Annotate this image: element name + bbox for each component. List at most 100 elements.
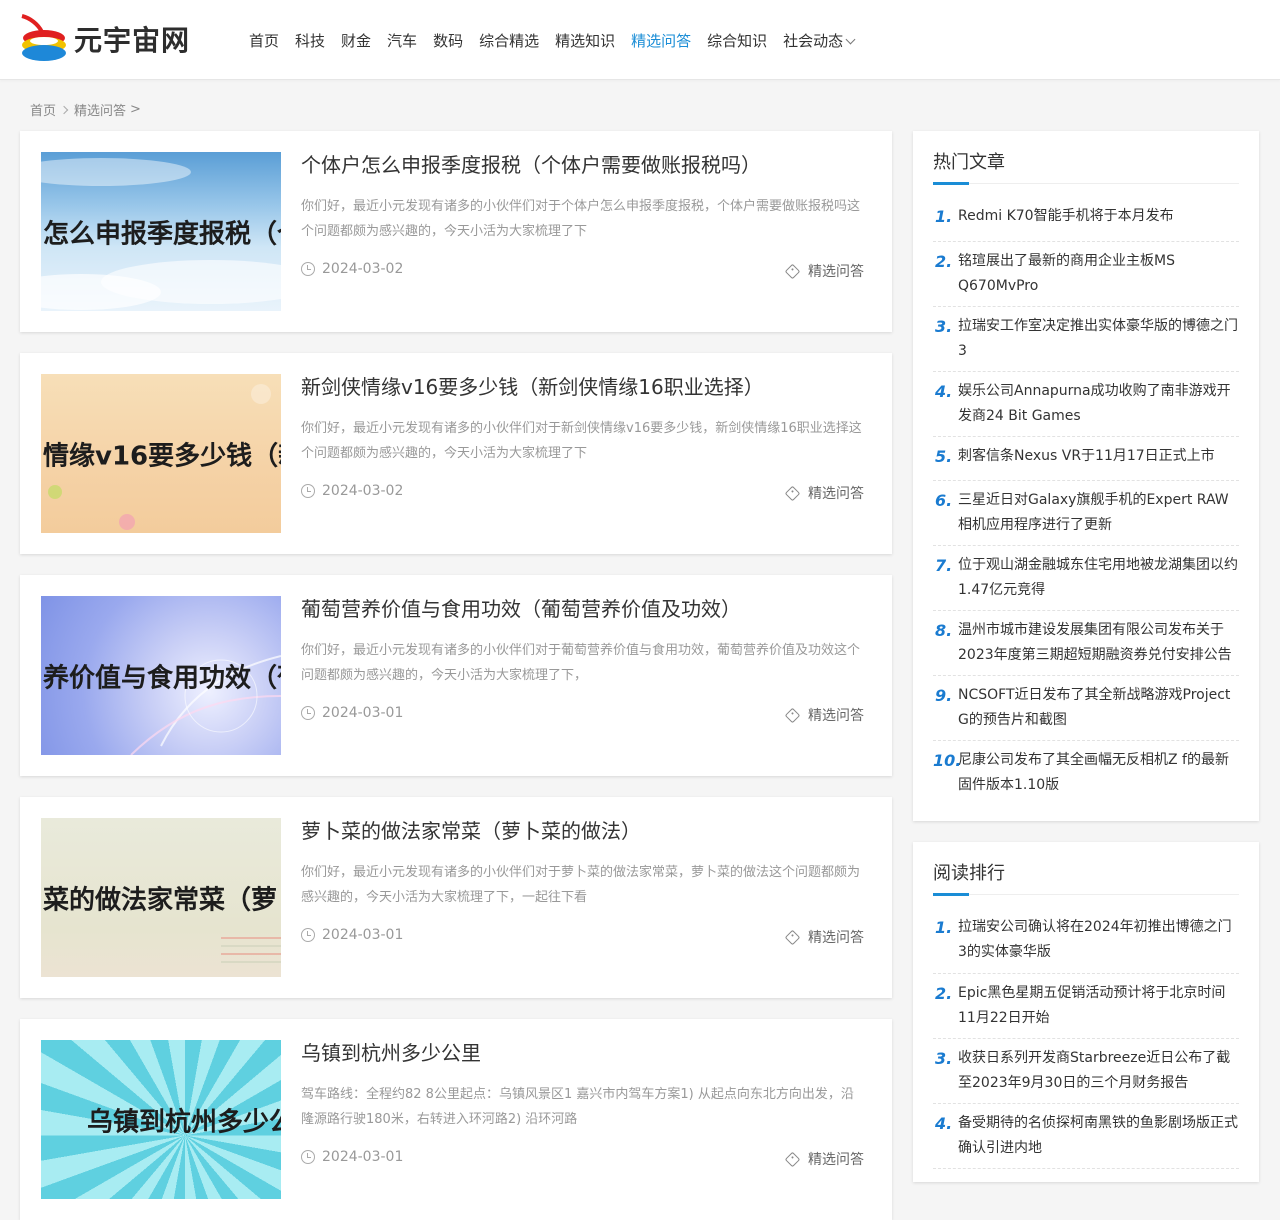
rank-number: 9. <box>935 686 953 705</box>
reading-rank-list: 1. 拉瑞安公司确认将在2024年初推出博德之门3的实体豪华版 2. Epic黑色星… <box>933 915 1239 1169</box>
rank-number: 3. <box>935 1049 953 1068</box>
nav-item-digital[interactable]: 数码 <box>433 30 463 52</box>
nav-item-knowledge[interactable]: 精选知识 <box>555 30 615 52</box>
article-category-text: 精选问答 <box>808 708 864 724</box>
thumbnail-text: 乌镇到杭州多少公 <box>87 1107 281 1137</box>
logo-icon <box>20 14 68 64</box>
nav-item-auto[interactable]: 汽车 <box>387 30 417 52</box>
nav-item-tech[interactable]: 科技 <box>295 30 325 52</box>
article-thumbnail[interactable]: 乌镇到杭州多少公 <box>41 1040 281 1199</box>
nav-item-home[interactable]: 首页 <box>249 30 279 52</box>
article-title[interactable]: 葡萄营养价值与食用功效（葡萄营养价值及功效） <box>301 593 741 622</box>
title-accent <box>933 893 969 896</box>
rank-number: 2. <box>935 984 953 1003</box>
article-category[interactable]: 精选问答 <box>784 927 864 947</box>
list-item[interactable]: 4. 娱乐公司Annapurna成功收购了南非游戏开发商24 Bit Games <box>933 372 1239 437</box>
clock-icon <box>301 1150 315 1164</box>
list-item-title: 温州市城市建设发展集团有限公司发布关于2023年度第三期超短期融资券兑付安排公告 <box>958 622 1232 663</box>
article-excerpt: 驾车路线：全程约82 8公里起点：乌镇风景区1 嘉兴市内驾车方案1) 从起点向东… <box>301 1087 854 1127</box>
article-thumbnail[interactable]: 养价值与食用功效（葡 <box>41 596 281 755</box>
article-category[interactable]: 精选问答 <box>784 261 864 281</box>
list-item[interactable]: 7. 位于观山湖金融城东住宅用地被龙湖集团以约1.47亿元竞得 <box>933 546 1239 611</box>
clock-icon <box>301 262 315 276</box>
list-item-title: Redmi K70智能手机将于本月发布 <box>958 208 1174 224</box>
article-thumbnail[interactable]: 怎么申报季度报税（个 <box>41 152 281 311</box>
article-category[interactable]: 精选问答 <box>784 705 864 725</box>
article-thumbnail[interactable]: 情缘v16要多少钱（新 <box>41 374 281 533</box>
article-title[interactable]: 个体户怎么申报季度报税（个体户需要做账报税吗） <box>301 149 761 178</box>
list-item[interactable]: 1. 拉瑞安公司确认将在2024年初推出博德之门3的实体豪华版 <box>933 915 1239 974</box>
article-category-text: 精选问答 <box>808 264 864 280</box>
list-item[interactable]: 2. Epic黑色星期五促销活动预计将于北京时间11月22日开始 <box>933 974 1239 1039</box>
article-excerpt: 你们好，最近小元发现有诸多的小伙伴们对于萝卜菜的做法家常菜，萝卜菜的做法这个问题… <box>301 865 861 905</box>
chevron-right-icon <box>59 105 69 114</box>
article-card: 怎么申报季度报税（个 个体户怎么申报季度报税（个体户需要做账报税吗） 你们好，最… <box>20 131 892 332</box>
widget-title: 热门文章 <box>933 152 1005 173</box>
hot-articles-widget: 热门文章 1. Redmi K70智能手机将于本月发布 2. 铭瑄展出了最新的商用企… <box>913 131 1259 821</box>
list-item-title: 备受期待的名侦探柯南黑铁的鱼影剧场版正式确认引进内地 <box>958 1115 1238 1156</box>
list-item[interactable]: 2. 铭瑄展出了最新的商用企业主板MS Q670MvPro <box>933 242 1239 307</box>
nav-item-general-knowledge[interactable]: 综合知识 <box>707 30 767 52</box>
tag-icon <box>784 1151 801 1167</box>
rank-number: 3. <box>935 317 953 336</box>
list-item[interactable]: 3. 拉瑞安工作室决定推出实体豪华版的博德之门3 <box>933 307 1239 372</box>
list-item[interactable]: 9. NCSOFT近日发布了其全新战略游戏Project G的预告片和截图 <box>933 676 1239 741</box>
thumbnail-text: 菜的做法家常菜（萝卜 <box>43 885 281 915</box>
article-date-text: 2024-03-02 <box>322 261 404 277</box>
article-card: 养价值与食用功效（葡 葡萄营养价值与食用功效（葡萄营养价值及功效） 你们好，最近… <box>20 575 892 776</box>
breadcrumb-home[interactable]: 首页 <box>30 100 56 119</box>
hot-articles-list: 1. Redmi K70智能手机将于本月发布 2. 铭瑄展出了最新的商用企业主板MS… <box>933 204 1239 806</box>
tag-icon <box>784 263 801 279</box>
list-item[interactable]: 1. Redmi K70智能手机将于本月发布 <box>933 204 1239 242</box>
list-item-title: Epic黑色星期五促销活动预计将于北京时间11月22日开始 <box>958 985 1226 1026</box>
breadcrumb-current[interactable]: 精选问答 <box>74 100 126 119</box>
thumbnail-text: 情缘v16要多少钱（新 <box>43 441 281 471</box>
list-item[interactable]: 6. 三星近日对Galaxy旗舰手机的Expert RAW相机应用程序进行了更新 <box>933 481 1239 546</box>
article-title[interactable]: 乌镇到杭州多少公里 <box>301 1037 481 1066</box>
list-item-title: NCSOFT近日发布了其全新战略游戏Project G的预告片和截图 <box>958 687 1231 728</box>
article-date-text: 2024-03-02 <box>322 483 404 499</box>
clock-icon <box>301 484 315 498</box>
list-item[interactable]: 3. 收获日系列开发商Starbreeze近日公布了截至2023年9月30日的三个… <box>933 1039 1239 1104</box>
list-item-title: 位于观山湖金融城东住宅用地被龙湖集团以约1.47亿元竞得 <box>958 557 1238 598</box>
article-date: 2024-03-01 <box>301 927 403 943</box>
tag-icon <box>784 929 801 945</box>
article-category[interactable]: 精选问答 <box>784 483 864 503</box>
rank-number: 10. <box>933 751 962 770</box>
site-logo[interactable]: 元宇宙网 <box>20 14 190 64</box>
rank-number: 8. <box>935 621 953 640</box>
article-date: 2024-03-02 <box>301 261 403 277</box>
thumbnail-text: 怎么申报季度报税（个 <box>43 219 281 249</box>
clock-icon <box>301 706 315 720</box>
clock-icon <box>301 928 315 942</box>
list-item[interactable]: 8. 温州市城市建设发展集团有限公司发布关于2023年度第三期超短期融资券兑付安排… <box>933 611 1239 676</box>
article-card: 菜的做法家常菜（萝卜 萝卜菜的做法家常菜（萝卜菜的做法） 你们好，最近小元发现有… <box>20 797 892 998</box>
article-category[interactable]: 精选问答 <box>784 1149 864 1169</box>
list-item[interactable]: 10. 尼康公司发布了其全画幅无反相机Z f的最新固件版本1.10版 <box>933 741 1239 806</box>
breadcrumb-trail: > <box>130 102 141 117</box>
widget-title: 阅读排行 <box>933 863 1005 884</box>
nav-item-finance[interactable]: 财金 <box>341 30 371 52</box>
list-item-title: 铭瑄展出了最新的商用企业主板MS Q670MvPro <box>958 253 1175 294</box>
nav-item-qa[interactable]: 精选问答 <box>631 30 691 52</box>
nav-item-selection[interactable]: 综合精选 <box>479 30 539 52</box>
divider <box>933 183 1239 184</box>
site-header: 元宇宙网 首页 科技 财金 汽车 数码 综合精选 精选知识 精选问答 综合知识 … <box>0 0 1280 80</box>
tag-icon <box>784 485 801 501</box>
list-item[interactable]: 4. 备受期待的名侦探柯南黑铁的鱼影剧场版正式确认引进内地 <box>933 1104 1239 1169</box>
list-item[interactable]: 5. 刺客信条Nexus VR于11月17日正式上市 <box>933 437 1239 481</box>
article-title[interactable]: 新剑侠情缘v16要多少钱（新剑侠情缘16职业选择） <box>301 371 764 400</box>
article-thumbnail[interactable]: 菜的做法家常菜（萝卜 <box>41 818 281 977</box>
article-card: 乌镇到杭州多少公 乌镇到杭州多少公里 驾车路线：全程约82 8公里起点：乌镇风景… <box>20 1019 892 1220</box>
chevron-down-icon <box>845 34 856 45</box>
article-category-text: 精选问答 <box>808 486 864 502</box>
rank-number: 7. <box>935 556 953 575</box>
article-date-text: 2024-03-01 <box>322 927 404 943</box>
divider <box>933 894 1239 895</box>
article-date: 2024-03-01 <box>301 1149 403 1165</box>
nav-item-society[interactable]: 社会动态 <box>783 30 856 52</box>
list-item-title: 拉瑞安工作室决定推出实体豪华版的博德之门3 <box>958 318 1238 359</box>
article-excerpt: 你们好，最近小元发现有诸多的小伙伴们对于葡萄营养价值与食用功效，葡萄营养价值及功… <box>301 643 861 683</box>
main-nav: 首页 科技 财金 汽车 数码 综合精选 精选知识 精选问答 综合知识 社会动态 <box>249 30 870 52</box>
article-title[interactable]: 萝卜菜的做法家常菜（萝卜菜的做法） <box>301 815 641 844</box>
